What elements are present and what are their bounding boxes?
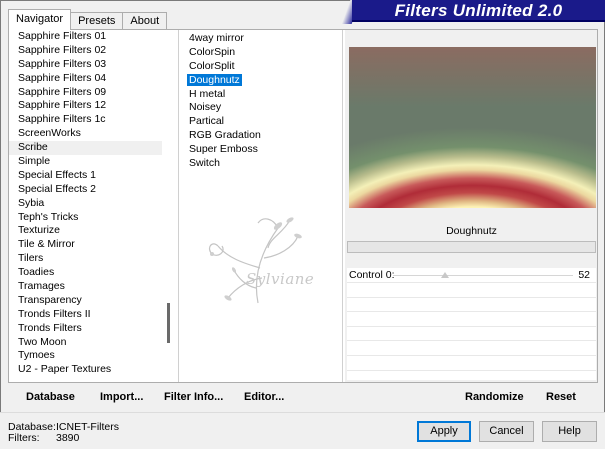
list-item[interactable]: Sybia	[9, 197, 168, 211]
tab-strip: Navigator Presets About	[8, 9, 168, 30]
category-scrollbar[interactable]	[162, 30, 177, 382]
list-item[interactable]: Tile & Mirror	[9, 238, 168, 252]
list-item[interactable]: Switch	[179, 157, 342, 171]
filter-info-button[interactable]: Filter Info...	[164, 390, 223, 404]
cancel-button[interactable]: Cancel	[479, 421, 534, 442]
list-item[interactable]: 4way mirror	[179, 32, 342, 46]
editor-button[interactable]: Editor...	[244, 390, 284, 404]
control-slider-track[interactable]	[393, 275, 573, 276]
import-button[interactable]: Import...	[100, 390, 143, 404]
tab-presets[interactable]: Presets	[70, 12, 124, 30]
database-button[interactable]: Database	[26, 390, 75, 404]
list-item-selected[interactable]: Scribe	[9, 141, 168, 156]
list-item[interactable]: Super Emboss	[179, 143, 342, 157]
reset-button[interactable]: Reset	[546, 390, 576, 404]
filters-value: 3890	[56, 432, 80, 444]
list-item[interactable]: ScreenWorks	[9, 127, 168, 141]
list-item[interactable]: Toadies	[9, 266, 168, 280]
control-row[interactable]: Control 0: 52	[347, 268, 596, 283]
control-row-empty	[347, 312, 596, 327]
list-item[interactable]: Tilers	[9, 252, 168, 266]
list-item[interactable]: Sapphire Filters 1c	[9, 113, 168, 127]
preview-filter-name: Doughnutz	[446, 225, 497, 237]
filters-label: Filters:	[8, 432, 40, 444]
list-item[interactable]: Tramages	[9, 280, 168, 294]
watermark-flourish	[208, 217, 302, 304]
control-row-empty	[347, 327, 596, 342]
control-row-empty	[347, 341, 596, 356]
control-slider-thumb[interactable]	[441, 272, 449, 278]
list-item[interactable]: Special Effects 1	[9, 169, 168, 183]
progress-bar	[347, 241, 596, 253]
watermark-signature: Sylviane	[246, 270, 315, 288]
list-item[interactable]: Special Effects 2	[9, 183, 168, 197]
list-item[interactable]: Sapphire Filters 04	[9, 72, 168, 86]
list-item[interactable]: ColorSplit	[179, 60, 342, 74]
list-item[interactable]: H metal	[179, 88, 342, 102]
control-row-empty	[347, 283, 596, 298]
list-item[interactable]: Noisey	[179, 101, 342, 115]
filters-count-info: Filters: 3890	[8, 432, 79, 444]
tab-navigator[interactable]: Navigator	[8, 9, 72, 30]
list-item[interactable]: Sapphire Filters 03	[9, 58, 168, 72]
list-item[interactable]: Texturize	[9, 224, 168, 238]
help-button[interactable]: Help	[542, 421, 597, 442]
list-item[interactable]: Tronds Filters	[9, 322, 168, 336]
app-title-banner: Filters Unlimited 2.0	[352, 0, 605, 22]
scrollbar-thumb[interactable]	[167, 303, 170, 343]
controls-panel: Control 0: 52	[347, 268, 596, 380]
list-item[interactable]: ColorSpin	[179, 46, 342, 60]
list-item[interactable]: Sapphire Filters 12	[9, 99, 168, 113]
tab-about[interactable]: About	[122, 12, 168, 30]
category-list[interactable]: Sapphire Filters 01 Sapphire Filters 02 …	[9, 30, 169, 382]
list-item[interactable]: Partical	[179, 115, 342, 129]
list-item[interactable]: Sapphire Filters 09	[9, 86, 168, 100]
list-item[interactable]: Tronds Filters II	[9, 308, 168, 322]
list-item[interactable]: Transparency	[9, 294, 168, 308]
list-item[interactable]: Sapphire Filters 02	[9, 44, 168, 58]
list-item[interactable]: U2 - Paper Textures	[9, 363, 168, 377]
apply-button[interactable]: Apply	[417, 421, 471, 442]
filter-preview-image	[349, 47, 596, 208]
list-item[interactable]: Tymoes	[9, 349, 168, 363]
list-item[interactable]: Simple	[9, 155, 168, 169]
list-item[interactable]: Sapphire Filters 01	[9, 30, 168, 44]
control-row-empty	[347, 356, 596, 371]
control-label: Control 0:	[349, 269, 395, 281]
control-row-empty	[347, 298, 596, 313]
list-item[interactable]: RGB Gradation	[179, 129, 342, 143]
control-value: 52	[578, 269, 590, 281]
list-item-selected[interactable]: Doughnutz	[179, 73, 342, 88]
randomize-button[interactable]: Randomize	[465, 390, 524, 404]
filter-list[interactable]: 4way mirror ColorSpin ColorSplit Doughnu…	[178, 30, 343, 382]
list-item[interactable]: Teph's Tricks	[9, 211, 168, 225]
list-item[interactable]: Two Moon	[9, 336, 168, 350]
